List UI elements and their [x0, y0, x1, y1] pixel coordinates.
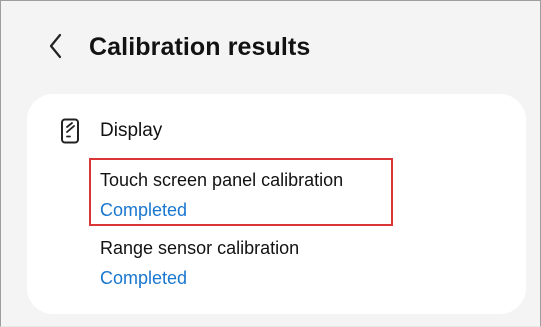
- section-title-display: Display: [100, 120, 163, 141]
- calibration-results-card: Display Touch screen panel calibration C…: [27, 94, 526, 314]
- app-bar: Calibration results: [0, 0, 541, 94]
- page-title: Calibration results: [89, 33, 311, 61]
- touch-screen-calibration-item[interactable]: Touch screen panel calibration Completed: [89, 158, 393, 226]
- chevron-left-icon: [49, 33, 62, 59]
- item-title: Touch screen panel calibration: [100, 170, 344, 190]
- range-sensor-calibration-item[interactable]: Range sensor calibration Completed: [91, 228, 391, 292]
- item-status: Completed: [100, 268, 188, 288]
- phone-display-icon: [59, 118, 81, 144]
- item-status: Completed: [100, 200, 188, 220]
- back-button[interactable]: [38, 28, 74, 64]
- item-title: Range sensor calibration: [100, 238, 300, 258]
